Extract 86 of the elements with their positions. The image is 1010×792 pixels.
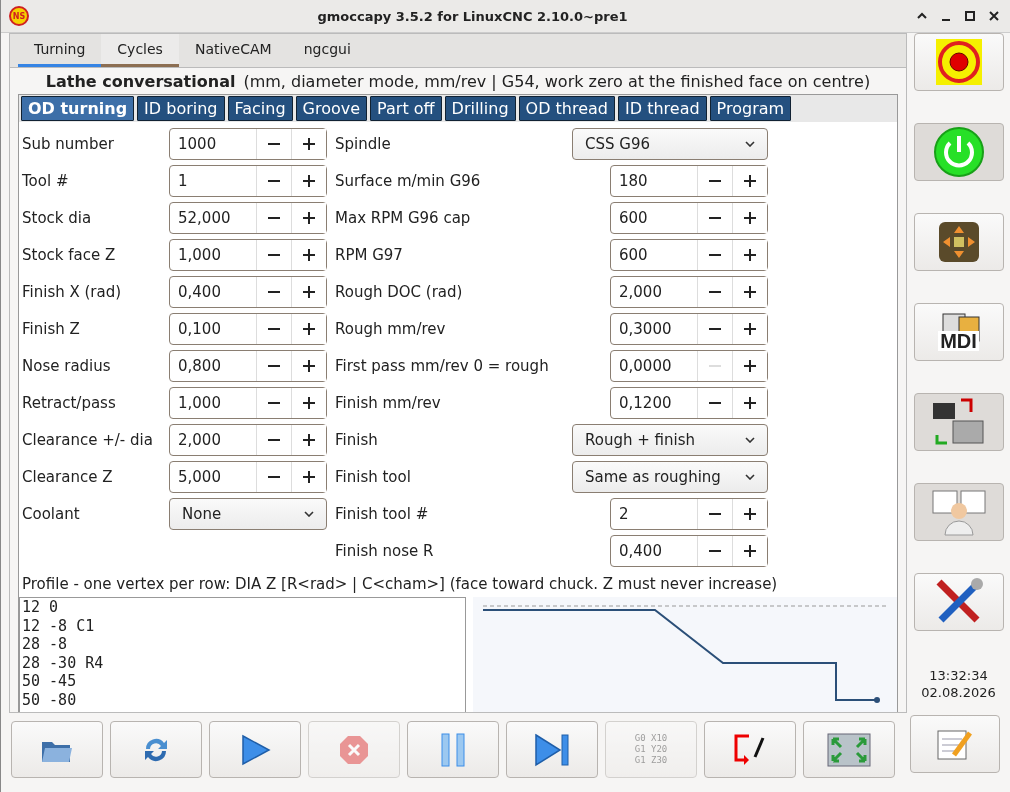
chevron-icon xyxy=(745,141,755,147)
field-label: Clearance +/- dia xyxy=(22,431,154,449)
auto-button[interactable] xyxy=(913,393,1004,451)
field-label: Finish tool # xyxy=(335,505,430,523)
chevron-icon xyxy=(745,474,755,480)
exit-button[interactable] xyxy=(704,721,796,778)
gcode-line: G0 X10 xyxy=(634,733,668,744)
cycle-tab[interactable]: OD turning xyxy=(21,96,135,121)
window-title: gmoccapy 3.5.2 for LinuxCNC 2.10.0~pre1 xyxy=(316,8,629,24)
field-label: Tool # xyxy=(22,172,70,190)
panel-subheading: (mm, diameter mode, mm/rev | G54, work zero at the finished face on centre) xyxy=(243,71,871,91)
profile-line: 12 0 xyxy=(22,598,60,617)
tools-button[interactable] xyxy=(913,573,1004,631)
profile-line: 50 -45 xyxy=(22,672,78,691)
profile-text-area[interactable]: 12 0 12 -8 C1 28 -8 28 -30 R4 50 -45 50 -80 xyxy=(19,597,466,712)
cycle-tab[interactable]: Facing xyxy=(227,96,293,121)
field-label: Finish xyxy=(335,431,379,449)
run-button[interactable] xyxy=(209,721,301,778)
emergency-stop-icon xyxy=(935,39,982,85)
field-label: Finish X (rad) xyxy=(22,283,123,301)
profile-line: 50 -80 xyxy=(22,690,78,709)
dropdown[interactable]: None xyxy=(169,498,327,530)
cycle-tab[interactable]: Drilling xyxy=(444,96,516,121)
field-label: Spindle xyxy=(335,135,392,153)
cycle-tab[interactable]: Groove xyxy=(295,96,368,121)
tab[interactable]: Cycles xyxy=(101,34,179,67)
tab[interactable]: NativeCAM xyxy=(178,34,288,67)
field-label: Rough DOC (rad) xyxy=(335,283,464,301)
close-icon[interactable] xyxy=(988,10,1000,22)
field-label: Stock face Z xyxy=(22,246,117,264)
field-label: Stock dia xyxy=(22,209,93,227)
cycle-tab[interactable]: OD thread xyxy=(518,96,615,121)
estop-button[interactable] xyxy=(913,33,1004,91)
field-label: Nose radius xyxy=(22,357,112,375)
field-label: Finish Z xyxy=(22,320,81,338)
field-label: Max RPM G96 cap xyxy=(335,209,472,227)
power-icon xyxy=(932,126,985,178)
field-label: First pass mm/rev 0 = rough xyxy=(335,357,550,375)
field-label: Clearance Z xyxy=(22,468,114,486)
cycle-tab[interactable]: ID thread xyxy=(618,96,707,121)
field-label: Retract/pass xyxy=(22,394,117,412)
field-label: Surface m/min G96 xyxy=(335,172,482,190)
fullscreen-button[interactable] xyxy=(803,721,895,778)
dropdown[interactable]: CSS G96 xyxy=(572,128,768,160)
field-label: Finish mm/rev xyxy=(335,394,442,412)
open-button[interactable] xyxy=(11,721,103,778)
machine-icon xyxy=(930,397,987,447)
exit-icon xyxy=(733,732,767,767)
cycle-tab[interactable]: Part off xyxy=(370,96,442,121)
mdi-button[interactable]: MDI xyxy=(913,303,1004,361)
play-icon xyxy=(239,733,271,766)
profile-label: Profile - one vertex per row: DIA Z [R<rad> | C<cham>] (face toward chuck. Z must never increase) xyxy=(22,575,779,593)
profile-line: 28 -30 R4 xyxy=(22,653,105,672)
pause-icon xyxy=(440,732,466,767)
fullscreen-icon xyxy=(827,732,871,767)
clock-time: 13:32:34 xyxy=(929,667,988,684)
cycle-tab[interactable]: Program xyxy=(709,96,792,121)
field-label: Rough mm/rev xyxy=(335,320,447,338)
panel-heading: Lathe conversational xyxy=(45,71,236,91)
app-logo: NS xyxy=(9,6,29,26)
profile-line: 28 -8 xyxy=(22,635,69,654)
field-label: RPM G97 xyxy=(335,246,404,264)
step-icon xyxy=(534,732,570,767)
maximize-icon[interactable] xyxy=(964,10,976,22)
profile-line: 12 -8 C1 xyxy=(22,616,96,635)
clock-date: 02.08.2026 xyxy=(921,684,996,701)
field-label: Sub number xyxy=(22,135,115,153)
gcode-line: G1 Z30 xyxy=(634,755,668,766)
tab[interactable]: ngcgui xyxy=(287,34,367,67)
jog-arrows-icon xyxy=(938,222,979,262)
chevron-icon xyxy=(745,437,755,443)
field-label: Coolant xyxy=(22,505,81,523)
gcode-line: G1 Y20 xyxy=(634,744,668,755)
power-button[interactable] xyxy=(913,123,1004,181)
stop-icon xyxy=(339,734,369,765)
mdi-label: MDI xyxy=(938,331,979,351)
field-label: Finish nose R xyxy=(335,542,435,560)
chevron-icon xyxy=(304,511,314,517)
step-button[interactable] xyxy=(506,721,598,778)
reload-button[interactable] xyxy=(110,721,202,778)
field-label: Finish tool xyxy=(335,468,412,486)
dropdown[interactable]: Same as roughing xyxy=(572,461,768,493)
jog-button[interactable] xyxy=(913,213,1004,271)
dropdown[interactable]: Rough + finish xyxy=(572,424,768,456)
notepad-icon xyxy=(935,727,974,761)
cycle-tab[interactable]: ID boring xyxy=(137,96,225,121)
